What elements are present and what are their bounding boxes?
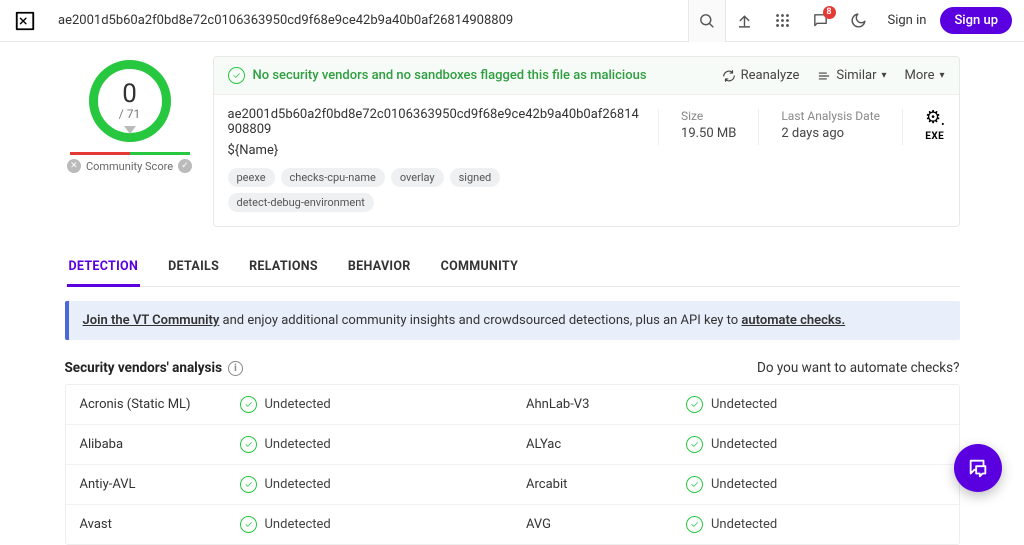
detection-count: 0 — [122, 81, 137, 107]
file-name: ${Name} — [228, 143, 641, 158]
check-icon — [240, 396, 257, 413]
tab-details[interactable]: DETAILS — [166, 249, 221, 286]
theme-toggle-icon[interactable] — [840, 0, 878, 42]
check-icon — [240, 436, 257, 453]
date-value: 2 days ago — [781, 126, 880, 141]
exe-icon: ⚙• — [925, 109, 945, 131]
vendor-name: ALYac — [512, 425, 672, 464]
vendor-status: Undetected — [226, 465, 513, 504]
detection-total: / 71 — [119, 107, 140, 121]
vendor-row: AvastUndetectedAVGUndetected — [66, 505, 959, 544]
tab-community[interactable]: COMMUNITY — [439, 249, 521, 286]
tag[interactable]: detect-debug-environment — [228, 193, 374, 212]
vendor-name: Acronis (Static ML) — [66, 385, 226, 424]
vendor-name: Arcabit — [512, 465, 672, 504]
size-label: Size — [681, 109, 736, 123]
check-icon — [228, 67, 245, 84]
signin-link[interactable]: Sign in — [878, 13, 937, 28]
vendor-status: Undetected — [672, 465, 959, 504]
tag-list: peexe checks-cpu-name overlay signed detect-… — [228, 168, 641, 212]
notification-badge: 8 — [823, 6, 836, 19]
filetype-badge: ⚙• EXE — [925, 109, 945, 142]
chat-fab[interactable] — [954, 444, 1002, 492]
community-banner: Join the VT Community and enjoy addition… — [65, 301, 960, 340]
tag[interactable]: signed — [450, 168, 501, 187]
check-icon — [686, 396, 703, 413]
vendors-heading: Security vendors' analysis i — [65, 360, 244, 376]
vendor-name: AVG — [512, 505, 672, 544]
check-icon — [686, 516, 703, 533]
tag[interactable]: overlay — [391, 168, 444, 187]
automate-checks-link[interactable]: automate checks. — [741, 313, 845, 328]
reanalyze-button[interactable]: Reanalyze — [722, 68, 800, 83]
logo[interactable] — [0, 10, 50, 32]
search-input[interactable] — [58, 7, 680, 35]
vendor-status: Undetected — [672, 385, 959, 424]
vendor-status: Undetected — [672, 425, 959, 464]
size-value: 19.50 MB — [681, 126, 736, 141]
vendor-status: Undetected — [226, 385, 513, 424]
community-score-bar — [70, 152, 190, 155]
similar-button[interactable]: Similar▾ — [817, 68, 886, 83]
tab-detection[interactable]: DETECTION — [67, 249, 141, 287]
vendor-row: Acronis (Static ML)UndetectedAhnLab-V3Un… — [66, 385, 959, 425]
search-button[interactable] — [688, 0, 726, 42]
vendor-status: Undetected — [226, 425, 513, 464]
community-score-marker — [124, 126, 136, 134]
vendor-name: Antiy-AVL — [66, 465, 226, 504]
apps-icon[interactable] — [764, 0, 802, 42]
file-hash: ae2001d5b60a2f0bd8e72c0106363950cd9f68e9… — [228, 107, 641, 137]
signup-button[interactable]: Sign up — [940, 7, 1012, 34]
check-icon — [240, 516, 257, 533]
tab-relations[interactable]: RELATIONS — [247, 249, 320, 286]
date-label: Last Analysis Date — [781, 109, 880, 123]
check-icon — [240, 476, 257, 493]
community-score-label: ✕ Community Score ✓ — [67, 159, 192, 173]
tag[interactable]: checks-cpu-name — [281, 168, 385, 187]
check-icon — [686, 436, 703, 453]
info-icon[interactable]: i — [228, 361, 243, 376]
vendor-row: AlibabaUndetectedALYacUndetected — [66, 425, 959, 465]
tab-behavior[interactable]: BEHAVIOR — [346, 249, 413, 286]
status-message: No security vendors and no sandboxes fla… — [228, 67, 647, 84]
notifications-icon[interactable]: 8 — [802, 0, 840, 42]
vendor-status: Undetected — [672, 505, 959, 544]
upload-icon[interactable] — [726, 0, 764, 42]
vendor-name: Avast — [66, 505, 226, 544]
vendor-name: AhnLab-V3 — [512, 385, 672, 424]
tag[interactable]: peexe — [228, 168, 275, 187]
automate-prompt[interactable]: Do you want to automate checks? — [757, 360, 960, 376]
more-button[interactable]: More▾ — [905, 68, 945, 83]
vendor-status: Undetected — [226, 505, 513, 544]
vendor-name: Alibaba — [66, 425, 226, 464]
vendor-row: Antiy-AVLUndetectedArcabitUndetected — [66, 465, 959, 505]
join-community-link[interactable]: Join the VT Community — [83, 313, 220, 328]
check-icon — [686, 476, 703, 493]
